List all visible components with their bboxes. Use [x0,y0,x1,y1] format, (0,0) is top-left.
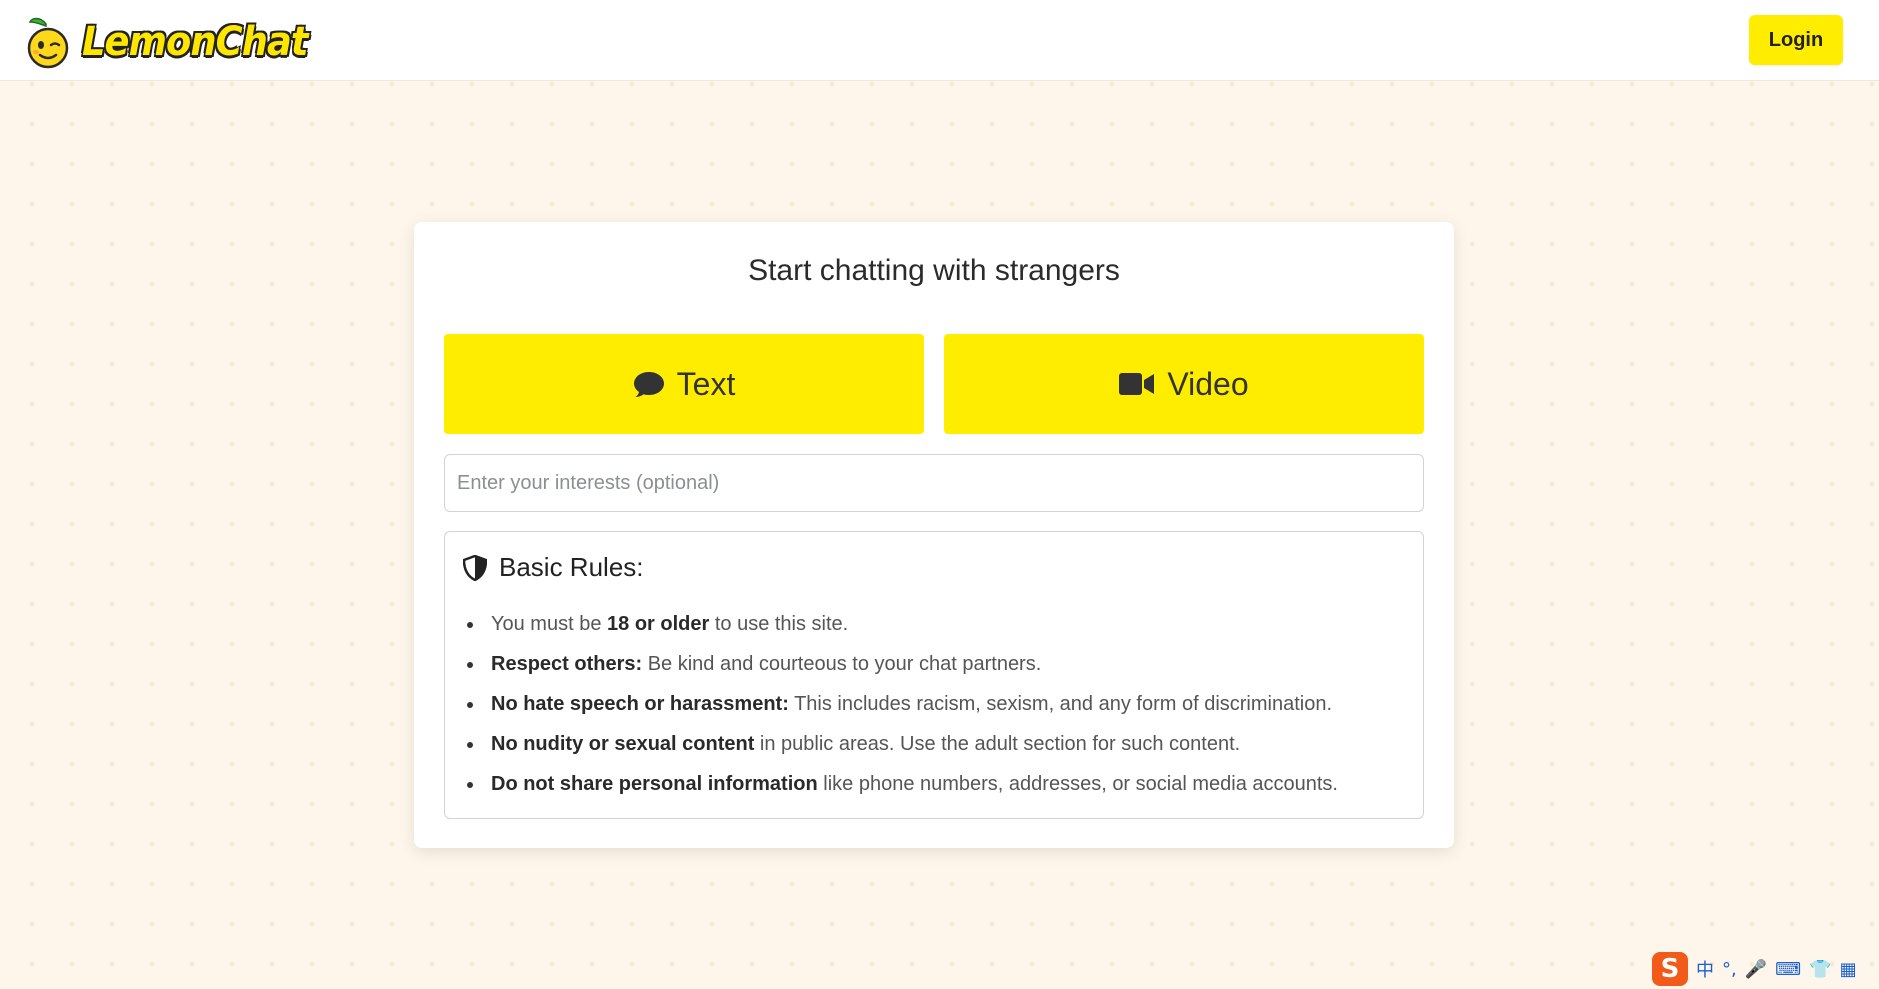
lemon-mascot-icon [27,17,69,69]
card-title: Start chatting with strangers [748,254,1120,287]
basic-rules-panel: Basic Rules: You must be 18 or older to … [444,531,1424,819]
rule-item: You must be 18 or older to use this site… [445,610,1423,650]
video-chat-button[interactable]: Video [944,334,1424,434]
rule-item: No nudity or sexual content in public ar… [445,730,1423,770]
rules-heading: Basic Rules: [463,552,644,583]
top-navbar: LemonChat Login [0,0,1879,81]
rules-heading-text: Basic Rules: [499,552,644,582]
ime-logo-icon[interactable]: S [1652,952,1688,986]
ime-punctuation-icon[interactable]: °, [1722,959,1737,980]
rule-item: Do not share personal information like p… [445,770,1423,810]
ime-toolbar: S 中 °, 🎤 ⌨ 👕 ▦ [1652,952,1857,986]
ime-keyboard-icon[interactable]: ⌨ [1775,959,1801,980]
video-camera-icon [1119,372,1155,396]
text-button-label: Text [676,365,736,402]
text-chat-button[interactable]: Text [444,334,924,434]
login-button[interactable]: Login [1749,15,1843,65]
brand-logo[interactable]: LemonChat [26,14,327,70]
rule-item: No hate speech or harassment: This inclu… [445,690,1423,730]
start-chat-card: Start chatting with strangers Text Video [414,222,1454,848]
video-button-label: Video [1167,365,1249,402]
interests-input[interactable] [444,454,1424,512]
shield-icon [463,554,487,581]
ime-skin-icon[interactable]: 👕 [1809,959,1831,980]
comment-icon [633,370,665,398]
brand-name: LemonChat [82,19,309,65]
ime-menu-icon[interactable]: ▦ [1840,959,1857,980]
rule-item: Respect others: Be kind and courteous to… [445,650,1423,690]
rules-list: You must be 18 or older to use this site… [445,610,1423,810]
ime-microphone-icon[interactable]: 🎤 [1745,959,1767,980]
ime-chinese-mode[interactable]: 中 [1696,956,1714,982]
